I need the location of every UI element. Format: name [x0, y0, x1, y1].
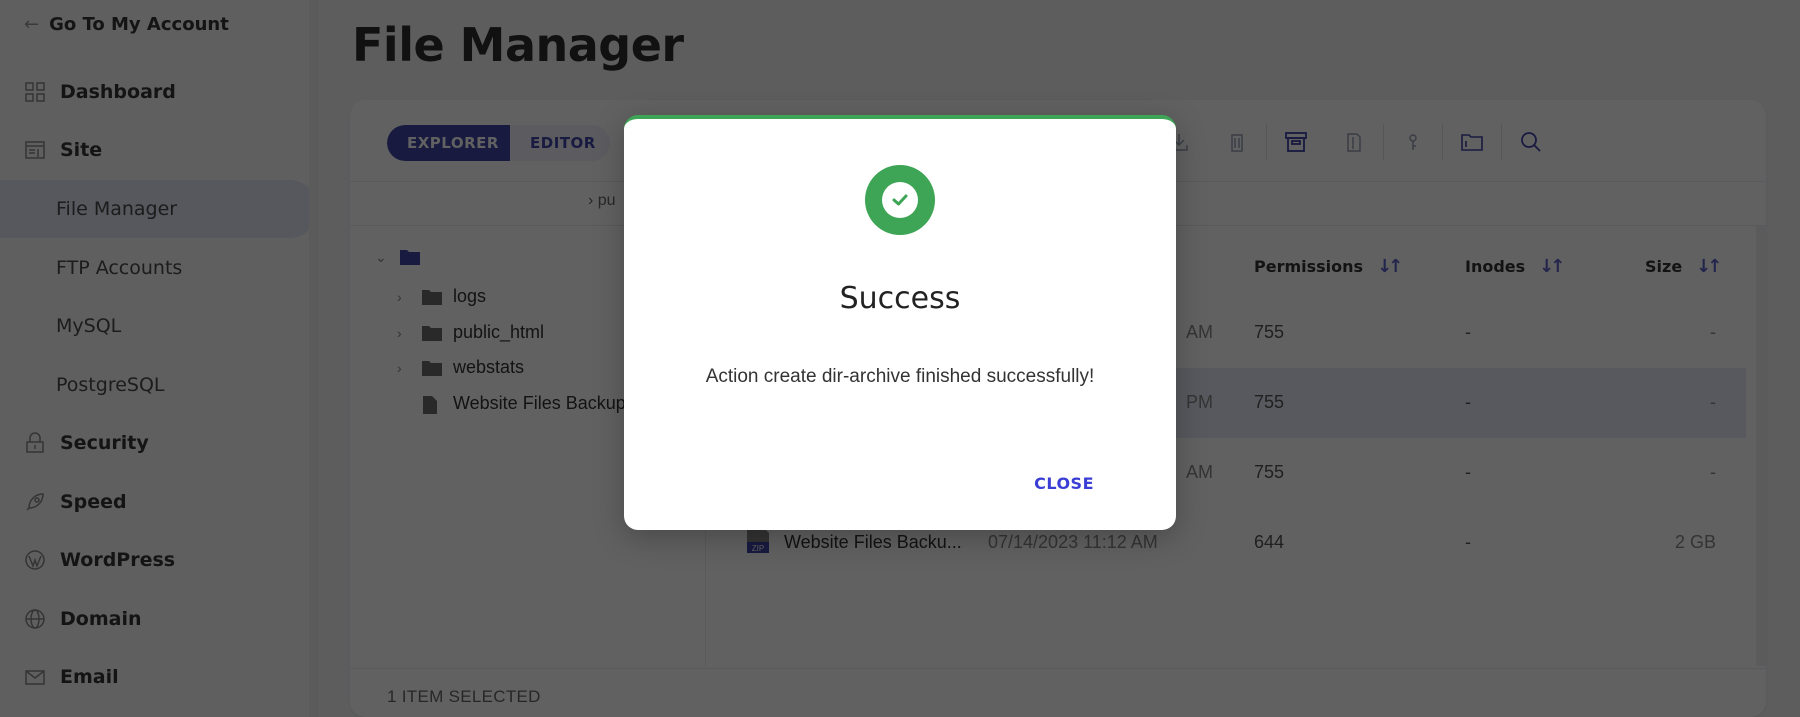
- app: ← Go To My Account Dashboard Site File M…: [0, 0, 1800, 717]
- dialog-title: Success: [839, 281, 961, 316]
- dialog-message: Action create dir-archive finished succe…: [705, 366, 1095, 387]
- close-button[interactable]: CLOSE: [1034, 474, 1094, 493]
- success-dialog: Success Action create dir-archive finish…: [624, 115, 1176, 530]
- success-check-icon: [865, 165, 935, 235]
